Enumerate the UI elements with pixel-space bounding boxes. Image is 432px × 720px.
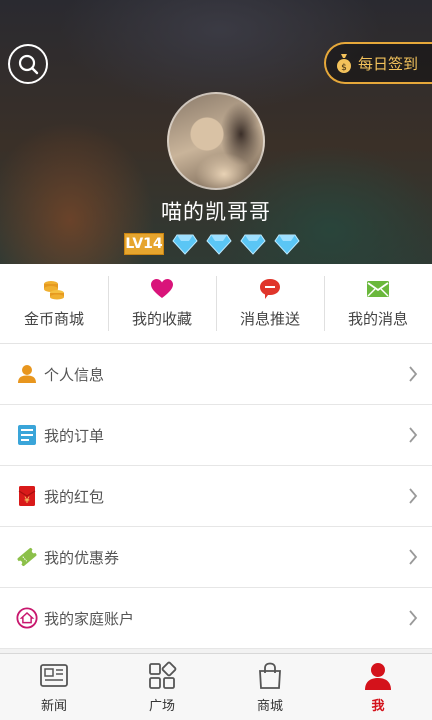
menu-label: 我的订单	[44, 426, 105, 445]
heart-icon	[151, 279, 173, 298]
person-icon	[16, 363, 38, 385]
order-icon	[16, 424, 38, 446]
checkin-label: 每日签到	[358, 54, 419, 73]
menu-item-personal-info[interactable]: 个人信息	[0, 344, 432, 405]
chevron-right-icon	[409, 549, 418, 565]
menu-item-red-envelope[interactable]: ¥ 我的红包	[0, 466, 432, 527]
coins-icon	[44, 281, 64, 300]
quick-item-messages[interactable]: 我的消息	[324, 264, 432, 343]
tab-label: 新闻	[40, 698, 67, 714]
chevron-right-icon	[409, 610, 418, 626]
quick-item-favorites[interactable]: 我的收藏	[108, 264, 216, 343]
avatar[interactable]	[167, 92, 265, 190]
level-badge: LV14	[124, 233, 164, 255]
chevron-right-icon	[409, 488, 418, 504]
quick-label: 金币商城	[23, 310, 84, 328]
diamond-icon	[240, 234, 266, 255]
menu-label: 我的优惠券	[44, 548, 120, 567]
shopping-bag-icon	[259, 662, 281, 689]
quick-item-coin-store[interactable]: 金币商城	[0, 264, 108, 343]
chevron-right-icon	[409, 427, 418, 443]
money-bag-icon: $	[337, 54, 351, 73]
quick-label: 消息推送	[239, 310, 300, 328]
menu-label: 我的红包	[44, 487, 105, 506]
badge-row: LV14	[124, 232, 300, 256]
tab-square[interactable]: 广场	[108, 654, 216, 720]
news-icon	[40, 663, 68, 687]
red-envelope-icon: ¥	[16, 485, 38, 507]
bottom-tab-bar: 新闻 广场 商城 我	[0, 653, 432, 720]
grid-icon	[149, 661, 177, 689]
tab-label: 我	[371, 698, 385, 714]
search-icon	[18, 54, 39, 75]
quick-item-push[interactable]: 消息推送	[216, 264, 324, 343]
tab-store[interactable]: 商城	[216, 654, 324, 720]
quick-label: 我的消息	[347, 310, 408, 328]
tab-news[interactable]: 新闻	[0, 654, 108, 720]
user-icon	[365, 662, 391, 690]
chat-bubble-icon	[260, 279, 280, 299]
menu-item-family-account[interactable]: 我的家庭账户	[0, 588, 432, 649]
username: 喵的凯哥哥	[161, 200, 271, 224]
profile-header: $ 每日签到 喵的凯哥哥 LV14	[0, 0, 432, 264]
diamond-icon	[206, 234, 232, 255]
svg-text:¥: ¥	[24, 496, 30, 506]
coupon-icon	[16, 546, 38, 568]
quick-label: 我的收藏	[131, 310, 192, 328]
menu-label: 个人信息	[44, 365, 105, 384]
diamond-icon	[274, 234, 300, 255]
envelope-icon	[367, 281, 389, 297]
chevron-right-icon	[409, 366, 418, 382]
tab-me[interactable]: 我	[324, 654, 432, 720]
settings-menu: 个人信息 我的订单 ¥ 我的红包 我的优惠券 我的家庭账户	[0, 344, 432, 649]
svg-text:$: $	[341, 63, 347, 73]
home-icon	[16, 607, 38, 629]
quick-actions: 金币商城 我的收藏 消息推送 我的消息	[0, 264, 432, 344]
menu-label: 我的家庭账户	[44, 609, 135, 628]
search-button[interactable]	[8, 44, 48, 84]
menu-item-orders[interactable]: 我的订单	[0, 405, 432, 466]
daily-checkin-button[interactable]: $ 每日签到	[324, 42, 432, 84]
menu-item-coupons[interactable]: 我的优惠券	[0, 527, 432, 588]
tab-label: 商城	[256, 698, 283, 714]
diamond-icon	[172, 234, 198, 255]
tab-label: 广场	[148, 698, 175, 714]
